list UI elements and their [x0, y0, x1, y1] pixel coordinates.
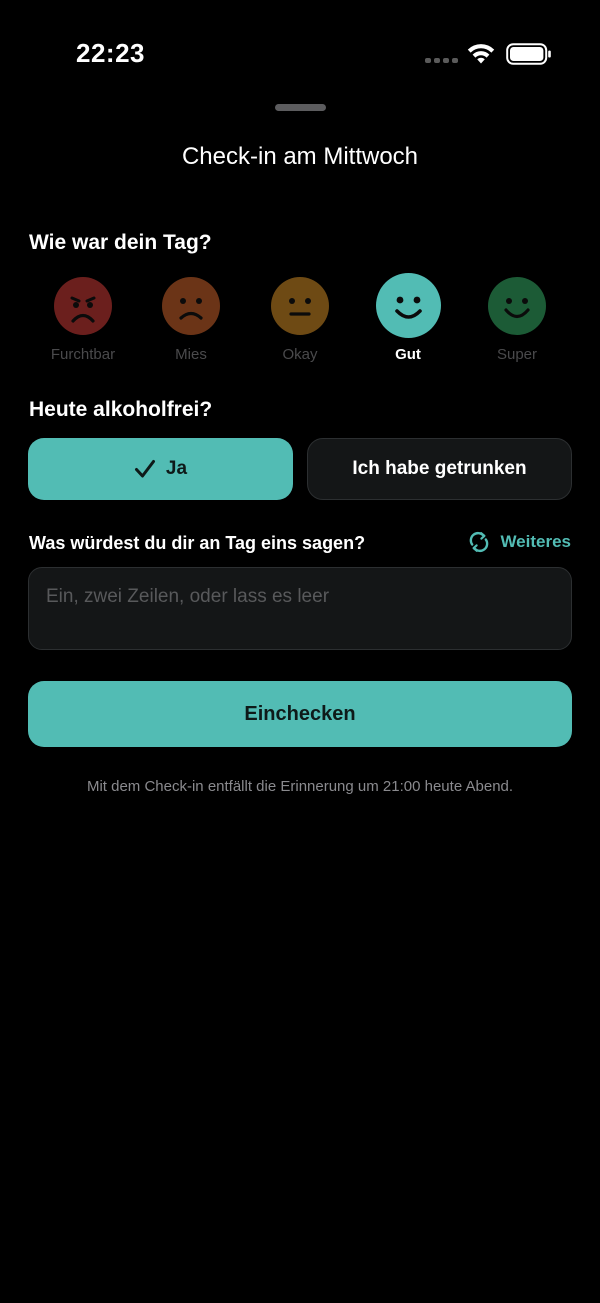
- check-in-label: Einchecken: [244, 702, 356, 725]
- checkmark-icon: [134, 460, 155, 478]
- mood-label-mies: Mies: [175, 346, 207, 363]
- mood-option-mies[interactable]: Mies: [136, 270, 246, 370]
- note-input[interactable]: Ein, zwei Zeilen, oder lass es leer: [28, 567, 572, 650]
- alcohol-question: Heute alkoholfrei?: [29, 398, 213, 421]
- very-sad-face-icon: [54, 277, 112, 335]
- alcohol-free-yes-label: Ja: [165, 458, 188, 479]
- mood-option-furchtbar[interactable]: Furchtbar: [28, 270, 138, 370]
- sheet-title: Check-in am Mittwoch: [181, 143, 419, 170]
- status-bar: 22:23: [0, 0, 600, 100]
- cellular-signal-icon: [425, 58, 458, 63]
- mood-option-gut[interactable]: Gut: [353, 270, 463, 370]
- mood-option-super[interactable]: Super: [462, 270, 572, 370]
- mood-label-furchtbar: Furchtbar: [50, 346, 116, 363]
- neutral-face-icon: [271, 277, 329, 335]
- very-happy-face-icon: [488, 277, 546, 335]
- mood-label-okay: Okay: [282, 346, 318, 363]
- mood-question: Wie war dein Tag?: [29, 231, 212, 254]
- wifi-icon: [467, 44, 495, 64]
- reminder-footnote: Mit dem Check-in entfällt die Erinnerung…: [86, 778, 514, 795]
- mood-selector: Furchtbar Mies Okay Gut Super: [28, 270, 572, 370]
- mood-label-gut: Gut: [395, 346, 421, 363]
- more-prompts-label: Weiteres: [500, 532, 571, 551]
- sheet-grabber[interactable]: [275, 104, 326, 111]
- note-placeholder: Ein, zwei Zeilen, oder lass es leer: [46, 586, 330, 607]
- battery-icon: [506, 43, 551, 65]
- happy-face-icon: [376, 273, 441, 338]
- drank-label: Ich habe getrunken: [352, 458, 527, 479]
- sad-face-icon: [162, 277, 220, 335]
- prompt-question: Was würdest du dir an Tag eins sagen?: [29, 533, 366, 553]
- drank-button[interactable]: Ich habe getrunken: [307, 438, 572, 500]
- alcohol-free-yes-button[interactable]: Ja: [28, 438, 293, 500]
- refresh-icon: [470, 531, 489, 553]
- status-time: 22:23: [76, 38, 145, 68]
- mood-option-okay[interactable]: Okay: [245, 270, 355, 370]
- more-prompts-button[interactable]: Weiteres: [468, 531, 571, 553]
- mood-label-super: Super: [496, 346, 538, 363]
- check-in-button[interactable]: Einchecken: [28, 681, 572, 747]
